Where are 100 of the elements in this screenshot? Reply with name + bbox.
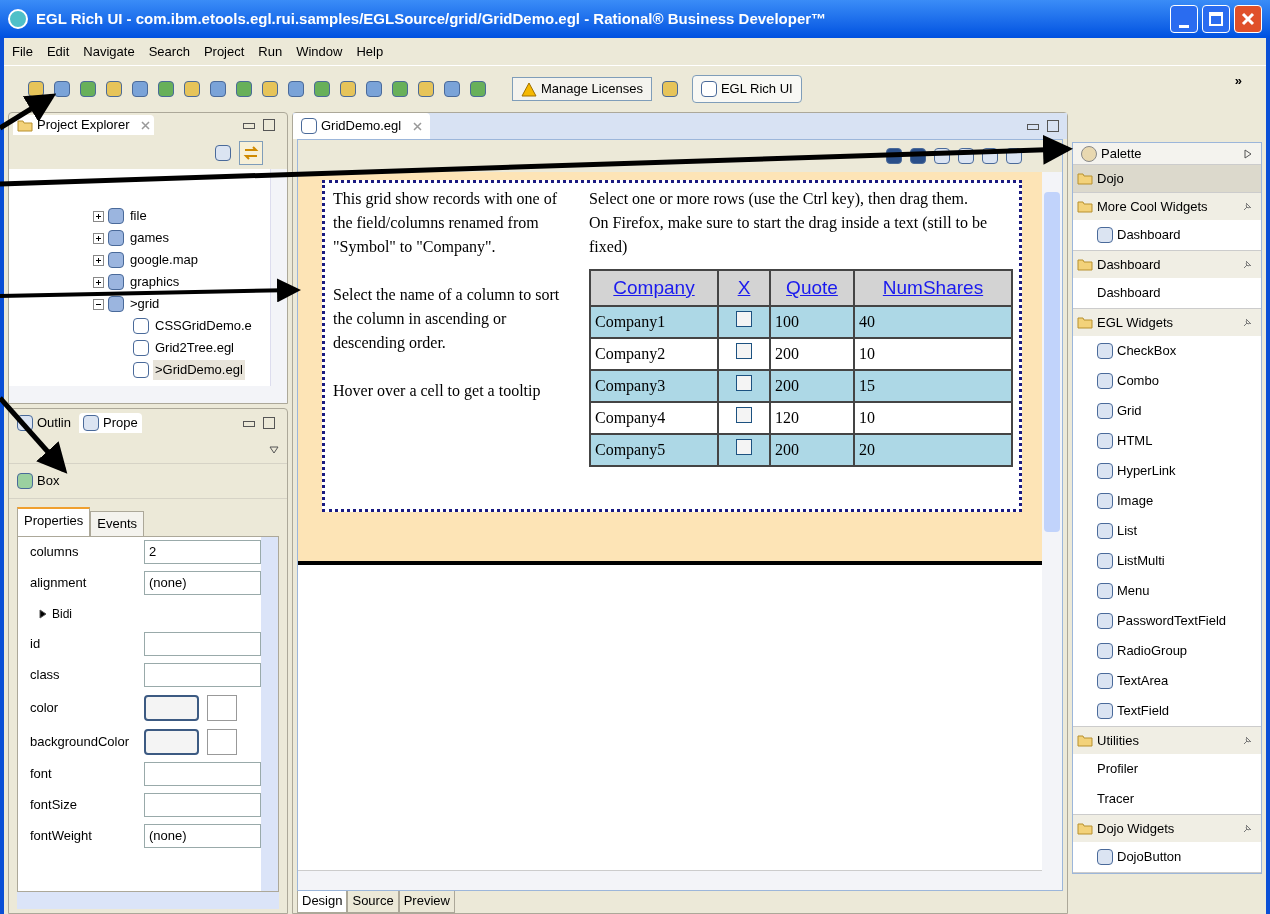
- properties-tab[interactable]: Events: [90, 511, 144, 536]
- input-field[interactable]: [144, 663, 261, 687]
- tree-item[interactable]: >grid: [128, 294, 162, 314]
- checkbox[interactable]: [736, 343, 752, 359]
- pin-icon[interactable]: [1241, 200, 1253, 213]
- column-header-link[interactable]: NumShares: [854, 270, 1012, 306]
- checkbox[interactable]: [736, 311, 752, 327]
- palette-item[interactable]: RadioGroup: [1117, 641, 1188, 661]
- palette-item[interactable]: Tracer: [1097, 789, 1135, 809]
- pin-icon[interactable]: [1241, 822, 1253, 835]
- tree-item[interactable]: file: [128, 206, 149, 226]
- collapse-palette-icon[interactable]: [1243, 148, 1253, 159]
- palette-drawer[interactable]: Dojo: [1073, 165, 1261, 192]
- palette-drawer[interactable]: Dashboard: [1073, 251, 1261, 278]
- vertical-scrollbar[interactable]: [270, 169, 287, 386]
- palette-item[interactable]: Grid: [1117, 401, 1142, 421]
- palette-item[interactable]: ListMulti: [1117, 551, 1165, 571]
- close-icon[interactable]: [141, 120, 151, 130]
- input-field[interactable]: [144, 632, 261, 656]
- palette-item[interactable]: Profiler: [1097, 759, 1139, 779]
- editor-mode-tab[interactable]: Source: [347, 891, 399, 913]
- palette-item[interactable]: Dashboard: [1117, 225, 1181, 245]
- perspective-button[interactable]: EGL Rich UI: [691, 75, 802, 103]
- input-field[interactable]: (none): [144, 571, 261, 595]
- minimize-icon[interactable]: [243, 421, 255, 427]
- editor-mode-tab[interactable]: Design: [297, 891, 348, 913]
- maximize-icon[interactable]: [263, 417, 275, 429]
- maximize-icon[interactable]: [263, 119, 275, 131]
- menu-title[interactable]: Window: [296, 41, 343, 62]
- palette-drawer[interactable]: More Cool Widgets: [1073, 193, 1261, 220]
- minimize-icon[interactable]: [243, 123, 255, 129]
- tree-item[interactable]: games: [128, 228, 172, 248]
- column-header-link[interactable]: Company: [590, 270, 718, 306]
- checkbox[interactable]: [736, 407, 752, 423]
- tree-item[interactable]: graphics: [128, 272, 182, 292]
- grid-widget[interactable]: [322, 180, 1022, 512]
- collapse-icon[interactable]: [93, 298, 104, 310]
- palette-item[interactable]: HyperLink: [1117, 461, 1176, 481]
- pin-icon[interactable]: [1241, 258, 1253, 271]
- editor-mode-tab[interactable]: Preview: [398, 891, 455, 913]
- tree-item[interactable]: CSSGridDemo.e: [153, 316, 254, 336]
- horizontal-scrollbar[interactable]: [9, 386, 287, 403]
- palette-item[interactable]: TextField: [1117, 701, 1170, 721]
- menu-title[interactable]: Help: [356, 41, 384, 62]
- vertical-scrollbar[interactable]: [1042, 172, 1062, 890]
- checkbox[interactable]: [736, 439, 752, 455]
- color-button[interactable]: [144, 728, 199, 755]
- menu-title[interactable]: Search: [148, 41, 190, 62]
- input-field[interactable]: [144, 762, 261, 786]
- palette-drawer[interactable]: Utilities: [1073, 727, 1261, 754]
- palette-item[interactable]: CheckBox: [1117, 341, 1177, 361]
- editor-tab[interactable]: GridDemo.egl: [293, 113, 431, 139]
- menu-title[interactable]: Edit: [46, 41, 70, 62]
- overflow-icon[interactable]: »: [1234, 71, 1242, 91]
- expand-icon[interactable]: [93, 276, 104, 288]
- properties-tab[interactable]: Properties: [17, 507, 91, 536]
- menu-title[interactable]: File: [12, 41, 33, 62]
- maximize-button[interactable]: [1202, 5, 1230, 33]
- menu-title[interactable]: Navigate: [83, 41, 135, 62]
- section-label[interactable]: Bidi: [52, 604, 72, 623]
- palette-item[interactable]: List: [1117, 521, 1138, 541]
- palette-item[interactable]: DojoButton: [1117, 847, 1182, 867]
- palette-item[interactable]: Menu: [1117, 581, 1150, 601]
- palette-item[interactable]: PasswordTextField: [1117, 611, 1227, 631]
- palette-item[interactable]: HTML: [1117, 431, 1153, 451]
- input-field[interactable]: [207, 694, 237, 721]
- palette-item[interactable]: Dashboard: [1097, 283, 1161, 303]
- pin-icon[interactable]: [1241, 316, 1253, 329]
- expand-icon[interactable]: [93, 210, 104, 222]
- expand-icon[interactable]: [93, 254, 104, 266]
- horizontal-scrollbar[interactable]: [298, 870, 1042, 890]
- input-field[interactable]: (none): [144, 824, 261, 848]
- color-button[interactable]: [144, 694, 199, 721]
- checkbox[interactable]: [736, 375, 752, 391]
- input-field[interactable]: 2: [144, 540, 261, 564]
- palette-item[interactable]: TextArea: [1117, 671, 1169, 691]
- palette-drawer[interactable]: EGL Widgets: [1073, 309, 1261, 336]
- palette-drawer[interactable]: Dojo Widgets: [1073, 815, 1261, 842]
- menu-title[interactable]: Project: [203, 41, 245, 62]
- view-tab[interactable]: Outlin: [13, 413, 75, 433]
- view-tab[interactable]: Project Explorer: [13, 115, 155, 135]
- link-editor-button[interactable]: [239, 141, 263, 165]
- close-button[interactable]: [1234, 5, 1262, 33]
- tree-item[interactable]: >GridDemo.egl: [153, 360, 245, 380]
- vertical-scrollbar[interactable]: [261, 536, 278, 891]
- expand-icon[interactable]: [93, 232, 104, 244]
- close-icon[interactable]: [413, 121, 423, 131]
- tree-item[interactable]: google.map: [128, 250, 200, 270]
- palette-item[interactable]: Combo: [1117, 371, 1159, 391]
- minimize-button[interactable]: [1170, 5, 1198, 33]
- minimize-icon[interactable]: [1027, 124, 1039, 130]
- expand-icon[interactable]: [38, 608, 48, 619]
- manage-licenses-button[interactable]: Manage Licenses: [512, 77, 652, 101]
- tree-item[interactable]: Grid2Tree.egl: [153, 338, 236, 358]
- input-field[interactable]: [207, 728, 237, 755]
- input-field[interactable]: [144, 793, 261, 817]
- horizontal-scrollbar[interactable]: [17, 892, 279, 909]
- pin-icon[interactable]: [1241, 734, 1253, 747]
- view-menu-icon[interactable]: [269, 445, 279, 455]
- view-tab[interactable]: Prope: [78, 413, 142, 433]
